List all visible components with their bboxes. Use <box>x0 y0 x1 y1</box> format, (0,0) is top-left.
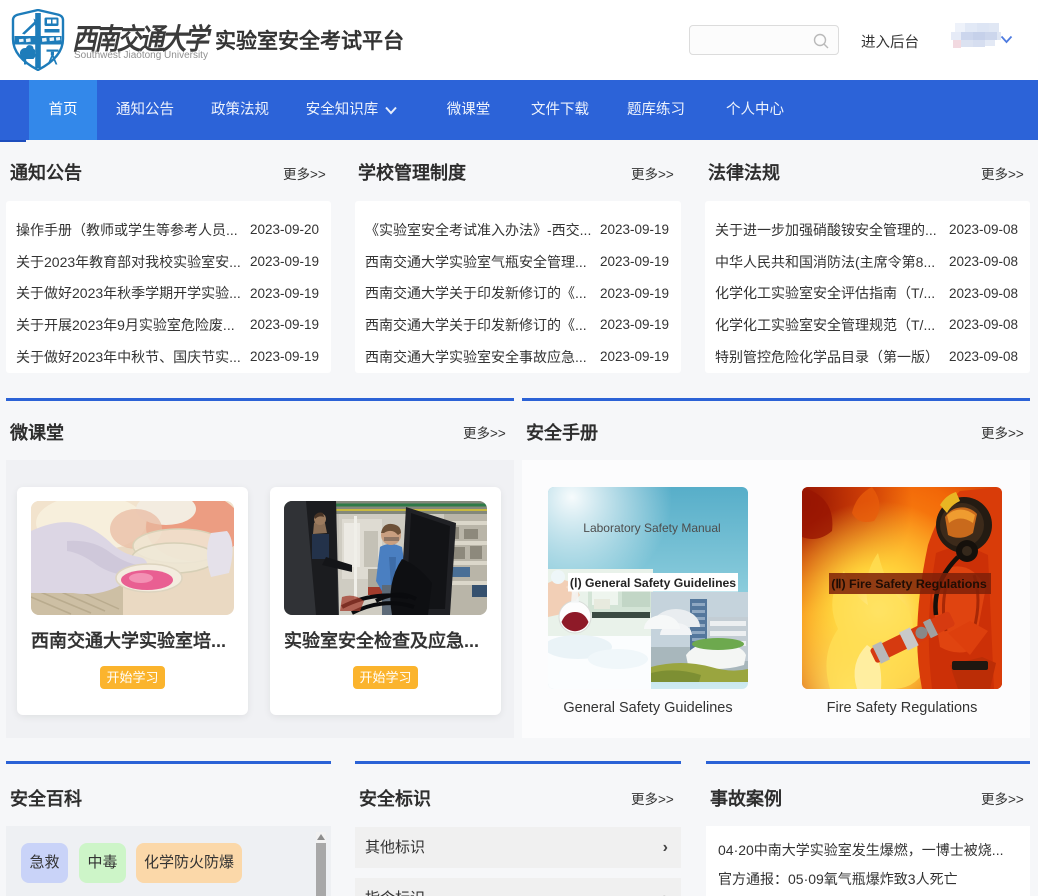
svg-text:Laboratory Safety Manual: Laboratory Safety Manual <box>583 521 720 535</box>
svg-text:(Ⅰ) General Safety Guidelines: (Ⅰ) General Safety Guidelines <box>570 576 736 590</box>
svg-text:(Ⅱ) Fire Safety Regulations: (Ⅱ) Fire Safety Regulations <box>831 577 987 591</box>
